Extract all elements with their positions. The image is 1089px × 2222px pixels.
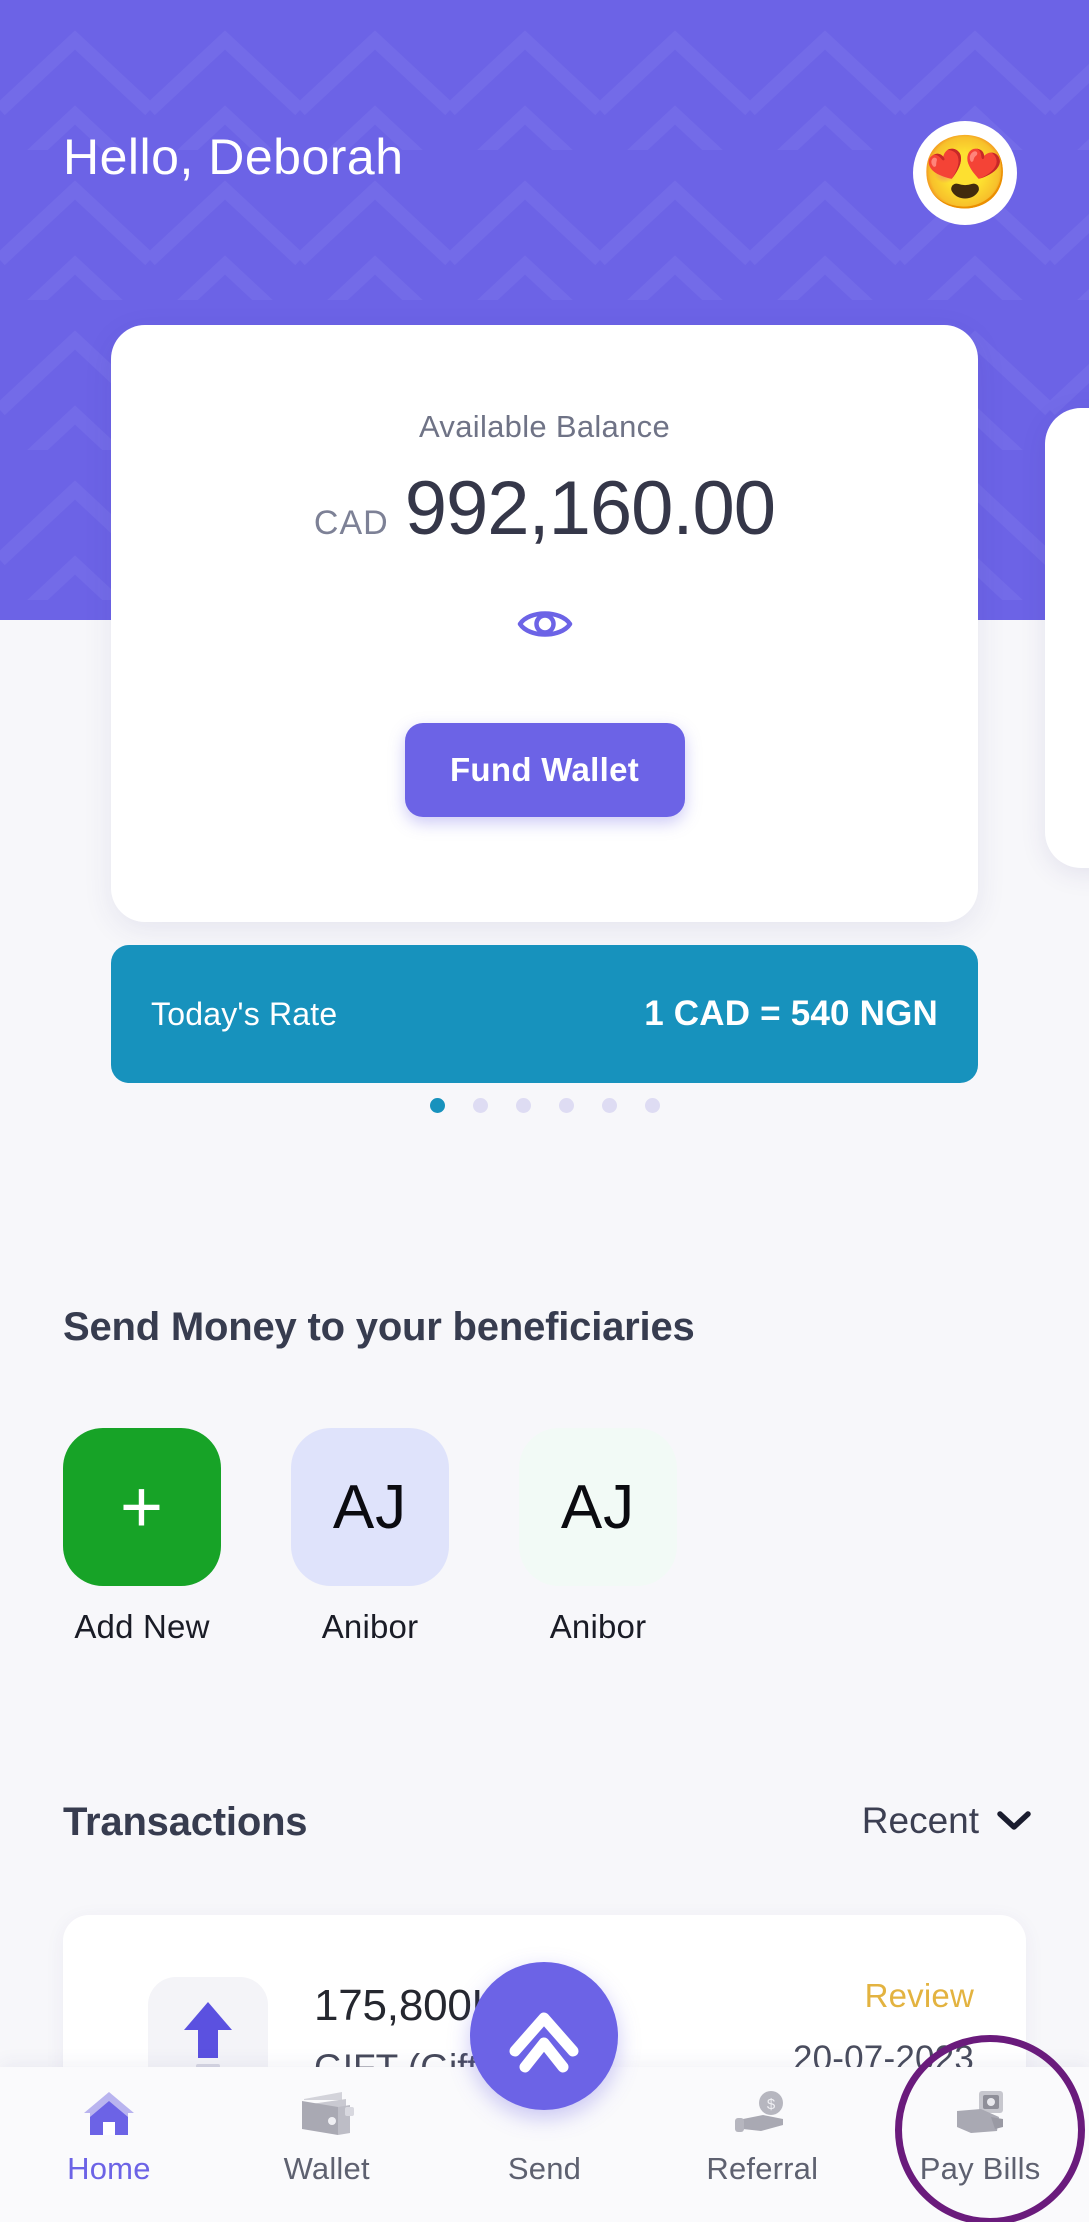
carousel-dot[interactable] — [472, 1098, 488, 1113]
wallet-icon — [301, 2092, 354, 2135]
nav-item-home[interactable]: Home — [0, 2067, 218, 2222]
add-beneficiary-button[interactable]: + Add New — [63, 1428, 221, 1646]
rate-value: 1 CAD = 540 NGN — [644, 994, 938, 1033]
nav-item-send[interactable]: Send — [436, 1962, 654, 2222]
carousel-dot[interactable] — [515, 1098, 531, 1113]
bottom-navigation-bar: Home Wallet Send $ Referral Pay Bills — [0, 1962, 1089, 2222]
transactions-heading: Transactions — [63, 1800, 308, 1844]
transactions-filter-label: Recent — [861, 1800, 979, 1841]
beneficiary-label: Anibor — [549, 1608, 647, 1645]
chevron-down-icon — [997, 1811, 1031, 1830]
rate-label: Today's Rate — [151, 995, 338, 1032]
hand-coin-icon: $ — [735, 2091, 784, 2132]
beneficiary-avatar: AJ — [291, 1428, 449, 1586]
plus-icon: + — [119, 1465, 165, 1549]
balance-card: Available Balance CAD 992,160.00 Fund Wa… — [111, 325, 978, 922]
nav-item-home-label: Home — [67, 2151, 151, 2186]
status-badge: Review — [864, 1977, 974, 2014]
nav-item-referral[interactable]: $ Referral — [653, 2067, 871, 2222]
face-heart-eyes-emoji-icon: 😍 — [920, 133, 1010, 213]
nav-item-referral-label: Referral — [706, 2151, 819, 2186]
home-icon — [83, 2092, 134, 2135]
fund-wallet-button[interactable]: Fund Wallet — [404, 723, 685, 817]
transaction-meta: Review 20-07-2023 — [793, 1977, 974, 2079]
plus-icon-tile: + — [63, 1428, 221, 1586]
balance-amount: 992,160.00 — [404, 466, 776, 551]
nav-item-pay-bills-label: Pay Bills — [919, 2151, 1041, 2186]
carousel-dots[interactable] — [0, 1098, 1089, 1113]
beneficiary-initials: AJ — [332, 1472, 408, 1542]
beneficiary-item[interactable]: AJ Anibor — [291, 1428, 449, 1646]
todays-rate-banner[interactable]: Today's Rate 1 CAD = 540 NGN — [111, 945, 978, 1083]
beneficiaries-list: + Add New AJ Anibor AJ Anibor — [63, 1428, 677, 1646]
send-chevron-icon — [509, 2012, 579, 2073]
arrow-up-icon — [184, 2002, 232, 2076]
carousel-next-card-peek[interactable] — [1045, 408, 1089, 868]
carousel-dot[interactable] — [644, 1098, 660, 1113]
avatar[interactable]: 😍 — [913, 121, 1017, 225]
carousel-dot[interactable] — [558, 1098, 574, 1113]
nav-item-wallet[interactable]: Wallet — [218, 2067, 436, 2222]
nav-item-send-label: Send — [507, 2151, 582, 2186]
eye-icon — [517, 611, 572, 637]
beneficiaries-heading: Send Money to your beneficiaries — [63, 1305, 695, 1349]
currency-code: CAD — [313, 504, 389, 542]
beneficiary-label: Add New — [74, 1608, 210, 1645]
beneficiary-initials: AJ — [560, 1472, 636, 1542]
send-fab-button[interactable] — [470, 1962, 619, 2110]
carousel-dot[interactable] — [429, 1098, 445, 1113]
balance-amount-row: CAD 992,160.00 — [111, 465, 978, 552]
svg-text:$: $ — [767, 2096, 776, 2113]
carousel-dot[interactable] — [601, 1098, 617, 1113]
balance-label: Available Balance — [419, 409, 670, 444]
app-screen: Hello, Deborah 😍 Available Balance CAD 9… — [0, 0, 1089, 2222]
beneficiary-label: Anibor — [321, 1608, 419, 1645]
transactions-filter-dropdown[interactable]: Recent — [862, 1800, 1031, 1842]
balance-visibility-toggle[interactable] — [111, 605, 978, 643]
nav-item-pay-bills[interactable]: Pay Bills — [871, 2067, 1089, 2222]
page-title: Hello, Deborah — [63, 129, 404, 185]
cash-hand-icon — [957, 2091, 1004, 2133]
beneficiary-avatar: AJ — [519, 1428, 677, 1586]
beneficiary-item[interactable]: AJ Anibor — [519, 1428, 677, 1646]
nav-item-wallet-label: Wallet — [283, 2151, 370, 2186]
